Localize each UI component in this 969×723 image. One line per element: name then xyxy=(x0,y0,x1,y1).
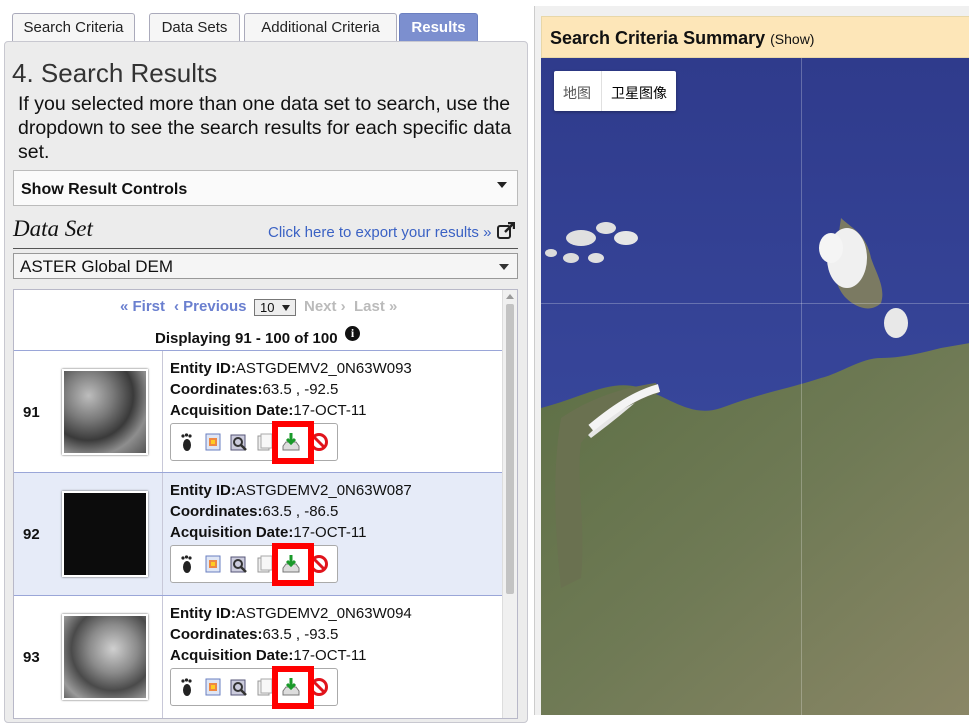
acquisition-date-label: Acquisition Date: xyxy=(170,402,294,419)
page-size-value: 10 xyxy=(260,300,275,315)
result-thumbnail[interactable] xyxy=(62,369,148,455)
entity-id: Entity ID:ASTGDEMV2_0N63W087 xyxy=(170,482,412,499)
search-criteria-summary-header: Search Criteria Summary (Show) xyxy=(541,16,969,58)
dataset-select-value: ASTER Global DEM xyxy=(20,257,174,276)
map-type-satellite-button[interactable]: 卫星图像 xyxy=(611,83,667,103)
dataset-divider xyxy=(13,248,518,249)
footprint-icon[interactable] xyxy=(177,554,197,574)
entity-id-value: ASTGDEMV2_0N63W087 xyxy=(235,482,412,499)
left-panel: Search Criteria Data Sets Additional Cri… xyxy=(0,0,530,723)
first-page-link[interactable]: « First xyxy=(120,298,165,315)
entity-id-label: Entity ID: xyxy=(170,360,236,377)
dataset-label: Data Set xyxy=(13,216,93,241)
result-row: 93 Entity ID:ASTGDEMV2_0N63W094 Coordina… xyxy=(14,595,504,718)
results-list: « First ‹ Previous 10 Next › Last » Disp… xyxy=(13,289,518,719)
last-page-link: Last » xyxy=(354,298,398,315)
entity-id: Entity ID:ASTGDEMV2_0N63W093 xyxy=(170,360,412,377)
intro-text: If you selected more than one data set t… xyxy=(18,93,512,163)
result-controls-toggle[interactable]: Show Result Controls xyxy=(13,170,518,206)
right-panel: Search Criteria Summary (Show) 地图 卫星图像 xyxy=(534,6,969,715)
coordinates-label: Coordinates: xyxy=(170,381,263,398)
scroll-up-arrow-icon[interactable] xyxy=(506,294,514,299)
map-type-map-button[interactable]: 地图 xyxy=(563,83,591,103)
download-highlight xyxy=(272,666,314,709)
displaying-count: Displaying 91 - 100 of 100 xyxy=(155,330,338,347)
satellite-map[interactable] xyxy=(541,58,969,715)
chevron-down-icon xyxy=(497,182,507,188)
acquisition-date: Acquisition Date:17-OCT-11 xyxy=(170,524,366,541)
previous-page-link[interactable]: ‹ Previous xyxy=(174,298,247,315)
next-page-link: Next › xyxy=(304,298,346,315)
browse-preview-icon[interactable] xyxy=(229,554,249,574)
tab-additional-criteria[interactable]: Additional Criteria xyxy=(244,13,397,41)
chevron-down-icon xyxy=(499,264,509,270)
entity-id-value: ASTGDEMV2_0N63W094 xyxy=(235,605,412,622)
row-divider xyxy=(162,351,163,473)
result-number: 92 xyxy=(23,526,40,543)
result-controls-label: Show Result Controls xyxy=(21,181,188,198)
result-number: 91 xyxy=(23,404,40,421)
info-icon[interactable]: i xyxy=(345,326,360,341)
acquisition-date-label: Acquisition Date: xyxy=(170,524,294,541)
export-results-link[interactable]: Click here to export your results » xyxy=(268,224,491,241)
dataset-select[interactable]: ASTER Global DEM xyxy=(13,253,518,279)
results-scrollbar[interactable] xyxy=(502,290,517,718)
acquisition-date: Acquisition Date:17-OCT-11 xyxy=(170,402,366,419)
overlay-icon[interactable] xyxy=(203,554,223,574)
result-row: 92 Entity ID:ASTGDEMV2_0N63W087 Coordina… xyxy=(14,472,504,595)
acquisition-date-label: Acquisition Date: xyxy=(170,647,294,664)
footprint-icon[interactable] xyxy=(177,677,197,697)
acquisition-date-value: 17-OCT-11 xyxy=(293,402,367,419)
acquisition-date: Acquisition Date:17-OCT-11 xyxy=(170,647,366,664)
browse-preview-icon[interactable] xyxy=(229,677,249,697)
page-title: 4. Search Results xyxy=(12,58,218,88)
tab-search-criteria[interactable]: Search Criteria xyxy=(12,13,135,41)
browse-preview-icon[interactable] xyxy=(229,432,249,452)
map-type-control: 地图 卫星图像 xyxy=(554,71,676,111)
download-highlight xyxy=(272,543,314,586)
coordinates-value: 63.5 , -93.5 xyxy=(262,626,339,643)
external-link-icon[interactable] xyxy=(497,222,515,240)
download-highlight xyxy=(272,421,314,464)
page-size-select[interactable]: 10 xyxy=(254,299,296,316)
coordinates-label: Coordinates: xyxy=(170,503,263,520)
coordinates-value: 63.5 , -92.5 xyxy=(262,381,339,398)
acquisition-date-value: 17-OCT-11 xyxy=(293,647,367,664)
result-thumbnail[interactable] xyxy=(62,491,148,577)
overlay-icon[interactable] xyxy=(203,432,223,452)
pagination: « First ‹ Previous 10 Next › Last » xyxy=(14,298,504,320)
coordinates: Coordinates:63.5 , -86.5 xyxy=(170,503,338,520)
entity-id-value: ASTGDEMV2_0N63W093 xyxy=(235,360,412,377)
coordinates: Coordinates:63.5 , -92.5 xyxy=(170,381,338,398)
scrollbar-thumb[interactable] xyxy=(506,304,514,594)
tab-results[interactable]: Results xyxy=(399,13,478,41)
acquisition-date-value: 17-OCT-11 xyxy=(293,524,367,541)
row-divider xyxy=(162,596,163,718)
coordinates-value: 63.5 , -86.5 xyxy=(262,503,339,520)
result-actions xyxy=(170,543,338,586)
result-row: 91 Entity ID:ASTGDEMV2_0N63W093 Coordina… xyxy=(14,350,504,473)
map-view[interactable]: 地图 卫星图像 xyxy=(541,58,969,715)
coordinates-label: Coordinates: xyxy=(170,626,263,643)
result-number: 93 xyxy=(23,649,40,666)
result-actions xyxy=(170,421,338,464)
coordinates: Coordinates:63.5 , -93.5 xyxy=(170,626,338,643)
result-actions xyxy=(170,666,338,709)
summary-show-link[interactable]: (Show) xyxy=(770,31,814,47)
overlay-icon[interactable] xyxy=(203,677,223,697)
summary-title: Search Criteria Summary xyxy=(550,28,766,48)
chevron-down-icon xyxy=(282,305,290,311)
entity-id-label: Entity ID: xyxy=(170,605,236,622)
footprint-icon[interactable] xyxy=(177,432,197,452)
entity-id: Entity ID:ASTGDEMV2_0N63W094 xyxy=(170,605,412,622)
tab-data-sets[interactable]: Data Sets xyxy=(149,13,240,41)
row-divider xyxy=(162,473,163,595)
entity-id-label: Entity ID: xyxy=(170,482,236,499)
map-type-divider xyxy=(601,71,602,111)
result-thumbnail[interactable] xyxy=(62,614,148,700)
